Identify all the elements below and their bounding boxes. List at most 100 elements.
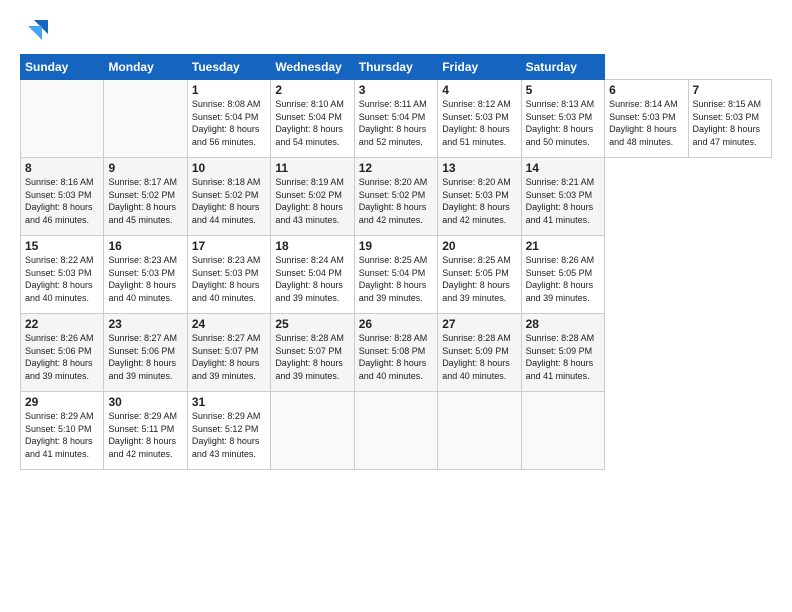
calendar-week: 29Sunrise: 8:29 AMSunset: 5:10 PMDayligh…: [21, 392, 772, 470]
day-info: Sunrise: 8:25 AMSunset: 5:04 PMDaylight:…: [359, 254, 433, 304]
day-number: 27: [442, 317, 516, 331]
day-number: 18: [275, 239, 349, 253]
day-number: 21: [526, 239, 600, 253]
logo-icon: [24, 16, 52, 44]
day-info: Sunrise: 8:18 AMSunset: 5:02 PMDaylight:…: [192, 176, 266, 226]
calendar-cell: 6Sunrise: 8:14 AMSunset: 5:03 PMDaylight…: [605, 80, 688, 158]
day-number: 24: [192, 317, 266, 331]
calendar-cell: 22Sunrise: 8:26 AMSunset: 5:06 PMDayligh…: [21, 314, 104, 392]
header-row: SundayMondayTuesdayWednesdayThursdayFrid…: [21, 55, 772, 80]
calendar-cell: 16Sunrise: 8:23 AMSunset: 5:03 PMDayligh…: [104, 236, 187, 314]
day-info: Sunrise: 8:27 AMSunset: 5:07 PMDaylight:…: [192, 332, 266, 382]
day-number: 22: [25, 317, 99, 331]
day-info: Sunrise: 8:10 AMSunset: 5:04 PMDaylight:…: [275, 98, 349, 148]
day-number: 8: [25, 161, 99, 175]
day-number: 1: [192, 83, 266, 97]
day-number: 5: [526, 83, 600, 97]
day-info: Sunrise: 8:28 AMSunset: 5:08 PMDaylight:…: [359, 332, 433, 382]
day-info: Sunrise: 8:28 AMSunset: 5:09 PMDaylight:…: [442, 332, 516, 382]
calendar-cell: 25Sunrise: 8:28 AMSunset: 5:07 PMDayligh…: [271, 314, 354, 392]
day-number: 28: [526, 317, 600, 331]
calendar-cell: 23Sunrise: 8:27 AMSunset: 5:06 PMDayligh…: [104, 314, 187, 392]
day-number: 15: [25, 239, 99, 253]
day-number: 3: [359, 83, 433, 97]
day-info: Sunrise: 8:14 AMSunset: 5:03 PMDaylight:…: [609, 98, 683, 148]
calendar-cell: 20Sunrise: 8:25 AMSunset: 5:05 PMDayligh…: [438, 236, 521, 314]
calendar-cell: 3Sunrise: 8:11 AMSunset: 5:04 PMDaylight…: [354, 80, 437, 158]
calendar-cell: 10Sunrise: 8:18 AMSunset: 5:02 PMDayligh…: [187, 158, 270, 236]
day-number: 17: [192, 239, 266, 253]
day-info: Sunrise: 8:13 AMSunset: 5:03 PMDaylight:…: [526, 98, 600, 148]
calendar-cell: 21Sunrise: 8:26 AMSunset: 5:05 PMDayligh…: [521, 236, 604, 314]
calendar-week: 22Sunrise: 8:26 AMSunset: 5:06 PMDayligh…: [21, 314, 772, 392]
day-number: 11: [275, 161, 349, 175]
calendar-week: 15Sunrise: 8:22 AMSunset: 5:03 PMDayligh…: [21, 236, 772, 314]
calendar-cell: [521, 392, 604, 470]
calendar-cell: [438, 392, 521, 470]
weekday-header: Monday: [104, 55, 187, 80]
day-number: 26: [359, 317, 433, 331]
day-info: Sunrise: 8:27 AMSunset: 5:06 PMDaylight:…: [108, 332, 182, 382]
day-info: Sunrise: 8:26 AMSunset: 5:06 PMDaylight:…: [25, 332, 99, 382]
calendar-cell: 15Sunrise: 8:22 AMSunset: 5:03 PMDayligh…: [21, 236, 104, 314]
day-info: Sunrise: 8:28 AMSunset: 5:07 PMDaylight:…: [275, 332, 349, 382]
day-info: Sunrise: 8:22 AMSunset: 5:03 PMDaylight:…: [25, 254, 99, 304]
calendar-cell: 18Sunrise: 8:24 AMSunset: 5:04 PMDayligh…: [271, 236, 354, 314]
day-info: Sunrise: 8:23 AMSunset: 5:03 PMDaylight:…: [108, 254, 182, 304]
day-info: Sunrise: 8:16 AMSunset: 5:03 PMDaylight:…: [25, 176, 99, 226]
weekday-header: Sunday: [21, 55, 104, 80]
day-info: Sunrise: 8:23 AMSunset: 5:03 PMDaylight:…: [192, 254, 266, 304]
calendar-cell: 4Sunrise: 8:12 AMSunset: 5:03 PMDaylight…: [438, 80, 521, 158]
weekday-header: Saturday: [521, 55, 604, 80]
day-number: 2: [275, 83, 349, 97]
day-info: Sunrise: 8:15 AMSunset: 5:03 PMDaylight:…: [693, 98, 768, 148]
calendar-cell: [354, 392, 437, 470]
weekday-header: Friday: [438, 55, 521, 80]
day-number: 20: [442, 239, 516, 253]
day-number: 6: [609, 83, 683, 97]
calendar-cell: 19Sunrise: 8:25 AMSunset: 5:04 PMDayligh…: [354, 236, 437, 314]
day-info: Sunrise: 8:28 AMSunset: 5:09 PMDaylight:…: [526, 332, 600, 382]
day-number: 7: [693, 83, 768, 97]
day-number: 30: [108, 395, 182, 409]
day-info: Sunrise: 8:21 AMSunset: 5:03 PMDaylight:…: [526, 176, 600, 226]
calendar-cell: 5Sunrise: 8:13 AMSunset: 5:03 PMDaylight…: [521, 80, 604, 158]
calendar-cell: 13Sunrise: 8:20 AMSunset: 5:03 PMDayligh…: [438, 158, 521, 236]
day-info: Sunrise: 8:29 AMSunset: 5:11 PMDaylight:…: [108, 410, 182, 460]
day-number: 19: [359, 239, 433, 253]
weekday-header: Thursday: [354, 55, 437, 80]
day-info: Sunrise: 8:25 AMSunset: 5:05 PMDaylight:…: [442, 254, 516, 304]
day-info: Sunrise: 8:29 AMSunset: 5:12 PMDaylight:…: [192, 410, 266, 460]
day-number: 13: [442, 161, 516, 175]
calendar-cell: 1Sunrise: 8:08 AMSunset: 5:04 PMDaylight…: [187, 80, 270, 158]
day-number: 29: [25, 395, 99, 409]
day-number: 14: [526, 161, 600, 175]
calendar-week: 8Sunrise: 8:16 AMSunset: 5:03 PMDaylight…: [21, 158, 772, 236]
calendar-cell: 31Sunrise: 8:29 AMSunset: 5:12 PMDayligh…: [187, 392, 270, 470]
calendar-cell: 24Sunrise: 8:27 AMSunset: 5:07 PMDayligh…: [187, 314, 270, 392]
calendar-cell: 29Sunrise: 8:29 AMSunset: 5:10 PMDayligh…: [21, 392, 104, 470]
calendar-cell: 28Sunrise: 8:28 AMSunset: 5:09 PMDayligh…: [521, 314, 604, 392]
calendar-cell: [21, 80, 104, 158]
day-info: Sunrise: 8:29 AMSunset: 5:10 PMDaylight:…: [25, 410, 99, 460]
day-number: 12: [359, 161, 433, 175]
day-info: Sunrise: 8:26 AMSunset: 5:05 PMDaylight:…: [526, 254, 600, 304]
calendar-cell: 11Sunrise: 8:19 AMSunset: 5:02 PMDayligh…: [271, 158, 354, 236]
day-info: Sunrise: 8:08 AMSunset: 5:04 PMDaylight:…: [192, 98, 266, 148]
calendar-cell: 9Sunrise: 8:17 AMSunset: 5:02 PMDaylight…: [104, 158, 187, 236]
day-number: 31: [192, 395, 266, 409]
calendar-cell: [271, 392, 354, 470]
weekday-header: Tuesday: [187, 55, 270, 80]
calendar-cell: 26Sunrise: 8:28 AMSunset: 5:08 PMDayligh…: [354, 314, 437, 392]
day-info: Sunrise: 8:12 AMSunset: 5:03 PMDaylight:…: [442, 98, 516, 148]
day-info: Sunrise: 8:24 AMSunset: 5:04 PMDaylight:…: [275, 254, 349, 304]
page: SundayMondayTuesdayWednesdayThursdayFrid…: [0, 0, 792, 480]
day-info: Sunrise: 8:20 AMSunset: 5:03 PMDaylight:…: [442, 176, 516, 226]
day-number: 9: [108, 161, 182, 175]
weekday-header: Wednesday: [271, 55, 354, 80]
day-info: Sunrise: 8:11 AMSunset: 5:04 PMDaylight:…: [359, 98, 433, 148]
day-info: Sunrise: 8:17 AMSunset: 5:02 PMDaylight:…: [108, 176, 182, 226]
calendar-table: SundayMondayTuesdayWednesdayThursdayFrid…: [20, 54, 772, 470]
logo: [20, 16, 52, 44]
header: [20, 16, 772, 44]
